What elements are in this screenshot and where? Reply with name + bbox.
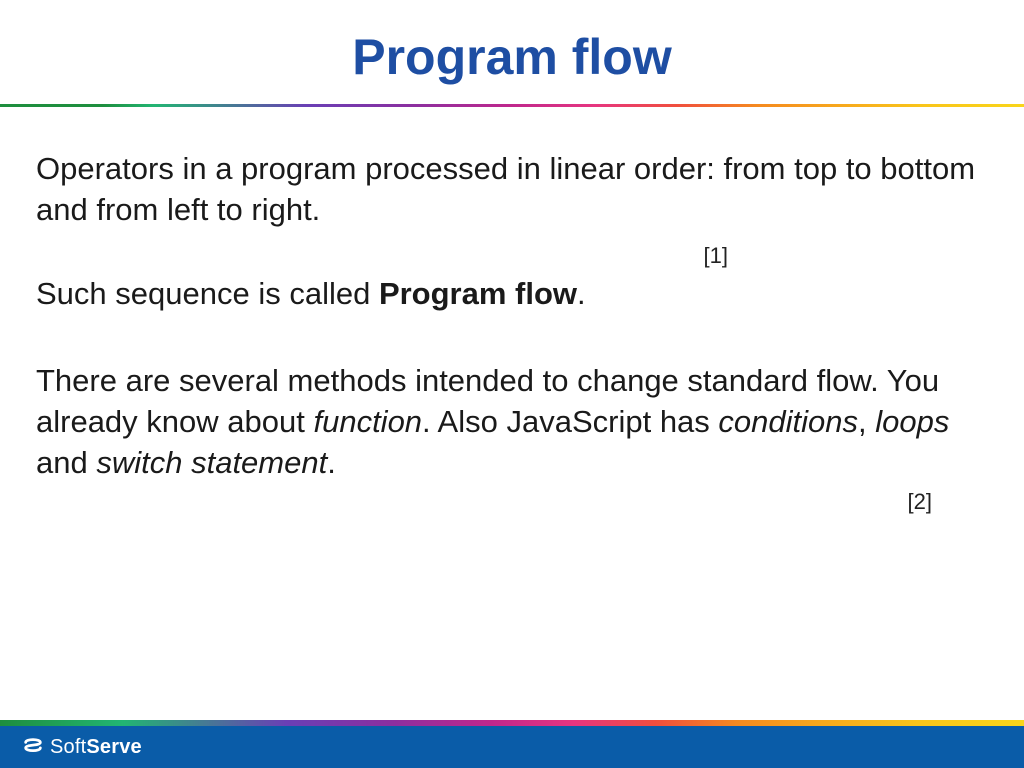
para3-i3: loops [875,404,949,439]
para3-i1: function [313,404,422,439]
paragraph-1: Operators in a program processed in line… [36,149,988,231]
para3-i2: conditions [718,404,858,439]
slide: Program flow Operators in a program proc… [0,0,1024,768]
para3-d: and [36,445,96,480]
brand-logo-icon [22,736,44,758]
para3-e: . [327,445,336,480]
para2-pre: Such sequence is called [36,276,379,311]
para2-post: . [577,276,586,311]
para3-c: , [858,404,875,439]
brand-logo: SoftServe [22,736,142,759]
spacer [36,325,988,361]
reference-2: [2] [36,487,988,516]
para3-i4: switch statement [96,445,327,480]
slide-title: Program flow [0,0,1024,104]
paragraph-3: There are several methods intended to ch… [36,361,988,484]
para3-b: . Also JavaScript has [422,404,718,439]
slide-footer: SoftServe [0,720,1024,768]
brand-serve: Serve [86,736,142,758]
footer-bar: SoftServe [0,726,1024,768]
reference-1: [1] [36,241,988,270]
slide-body: Operators in a program processed in line… [0,107,1024,517]
brand-soft: Soft [50,736,86,758]
para2-bold: Program flow [379,276,577,311]
paragraph-2: Such sequence is called Program flow. [36,274,988,315]
brand-logo-text: SoftServe [50,736,142,759]
